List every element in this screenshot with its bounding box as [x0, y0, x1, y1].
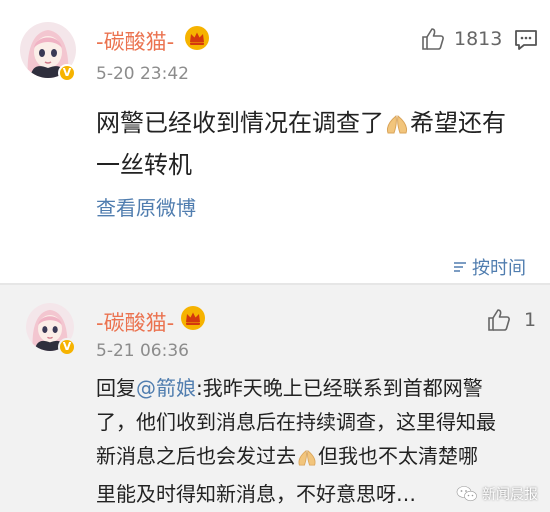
crown-icon — [180, 305, 206, 335]
post-username[interactable]: -碳酸猫- — [96, 26, 174, 56]
comment-icon — [515, 30, 537, 50]
mention-link[interactable]: @箭娘 — [136, 376, 196, 400]
watermark: 新闻晨报 — [456, 484, 538, 504]
reply-post: V -碳酸猫- 5-21 06:36 1 回复@箭娘:我昨天晚上已经联系到首都网… — [0, 285, 550, 512]
pray-hands-emoji — [384, 108, 410, 146]
sort-icon — [454, 262, 466, 272]
crown-icon — [184, 25, 210, 55]
sort-by-time-button[interactable]: 按时间 — [452, 254, 526, 280]
reply-like-count: 1 — [524, 309, 537, 331]
post-timestamp: 5-20 23:42 — [96, 64, 189, 84]
like-count: 1813 — [454, 28, 503, 50]
like-button[interactable]: 1813 — [420, 26, 502, 52]
reply-text: 回复@箭娘:我昨天晚上已经联系到首都网警 了，他们收到消息后在持续调查，这里得知… — [96, 376, 496, 506]
watermark-text: 新闻晨报 — [482, 487, 538, 503]
verified-v-icon: V — [58, 338, 76, 356]
comment-post: V -碳酸猫- 5-20 23:42 1813 网警已经收到情况在调查了 希望还… — [0, 0, 550, 285]
reply-timestamp: 5-21 06:36 — [96, 341, 189, 361]
thumbs-up-icon — [422, 28, 444, 50]
post-text: 网警已经收到情况在调查了 希望还有 一丝转机 — [96, 108, 506, 179]
pray-hands-emoji — [296, 443, 318, 477]
view-original-link[interactable]: 查看原微博 — [96, 192, 196, 221]
reply-username[interactable]: -碳酸猫- — [96, 307, 174, 337]
thumbs-up-icon — [488, 309, 510, 331]
comment-button[interactable] — [514, 28, 538, 56]
wechat-icon — [456, 486, 477, 502]
reply-like-button[interactable]: 1 — [486, 307, 536, 333]
verified-v-icon: V — [58, 64, 76, 82]
